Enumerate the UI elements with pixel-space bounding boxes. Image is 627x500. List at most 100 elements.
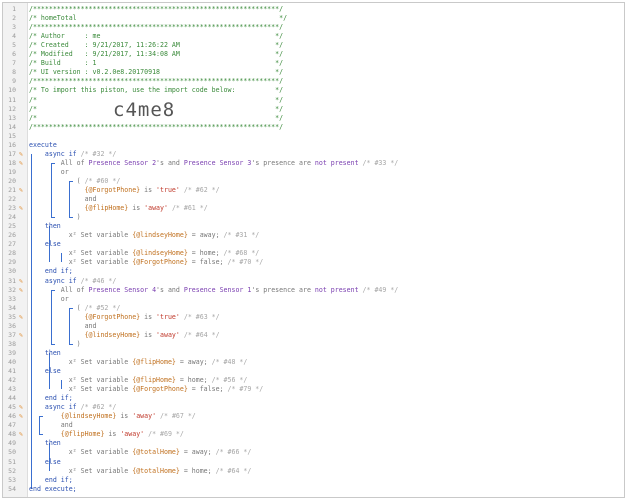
code-token: /* #69 */ — [144, 430, 184, 439]
code-token: 'true' — [156, 312, 180, 321]
code-line[interactable]: ) — [29, 340, 81, 349]
code-line[interactable]: ( /* #60 */ — [29, 177, 121, 186]
code-line[interactable]: then — [29, 222, 61, 231]
code-token: /* #32 */ — [80, 149, 117, 158]
line-number: 38 — [8, 339, 16, 348]
code-token: /* #64 */ — [179, 330, 220, 339]
code-line[interactable]: {@lindseyHome} is 'away' /* #67 */ — [29, 412, 196, 421]
code-line[interactable]: async if /* #46 */ — [29, 277, 116, 286]
code-line[interactable]: /***************************************… — [29, 5, 283, 14]
code-line[interactable]: {@ForgotPhone} is 'true' /* #62 */ — [29, 186, 220, 195]
code-line[interactable]: ( /* #52 */ — [29, 304, 121, 313]
code-token: then — [29, 439, 61, 448]
code-line[interactable]: /* Created : 9/21/2017, 11:26:22 AM */ — [29, 41, 283, 50]
code-token: are — [295, 285, 315, 294]
code-line[interactable]: /* */ — [29, 114, 283, 123]
line-number: 42 — [8, 376, 16, 385]
code-line[interactable]: end execute; — [29, 485, 77, 494]
code-line[interactable]: {@ForgotPhone} is 'true' /* #63 */ — [29, 313, 220, 322]
code-line[interactable]: /* To import this piston, use the import… — [29, 86, 283, 95]
line-number: 14 — [8, 122, 16, 131]
line-number: 39 — [8, 348, 16, 357]
code-line[interactable]: x² Set variable {@totalHome} = home; /* … — [29, 466, 252, 476]
pencil-icon[interactable]: ✎ — [19, 430, 23, 439]
code-line[interactable]: then — [29, 439, 61, 448]
line-number: 28 — [8, 249, 16, 258]
code-line[interactable]: ) — [29, 213, 81, 222]
pencil-icon[interactable]: ✎ — [19, 186, 23, 195]
line-number: 5 — [12, 41, 16, 50]
code-line[interactable]: x² Set variable {@ForgotPhone} = false; … — [29, 385, 264, 394]
code-line[interactable]: x² Set variable {@ForgotPhone} = false; … — [29, 258, 264, 267]
code-token: presence — [263, 285, 296, 294]
code-line[interactable]: end if; — [29, 394, 73, 403]
code-line[interactable]: /* */ — [29, 105, 283, 114]
code-line[interactable]: /***************************************… — [29, 77, 283, 86]
code-token: 'away' — [144, 204, 168, 213]
code-line[interactable]: /***************************************… — [29, 123, 283, 132]
pencil-icon[interactable]: ✎ — [19, 159, 23, 168]
line-number: 35 — [8, 312, 16, 321]
code-line[interactable]: else — [29, 458, 61, 467]
code-line[interactable]: x² Set variable {@flipHome} = home; /* #… — [29, 376, 248, 385]
code-token: is — [140, 186, 157, 194]
code-line[interactable]: and — [29, 421, 73, 430]
code-line[interactable]: end if; — [29, 476, 73, 485]
code-token: /* #70 */ — [227, 258, 264, 267]
code-line[interactable]: x² Set variable {@lindseyHome} = away; /… — [29, 231, 260, 240]
code-token: /* #33 */ — [358, 158, 399, 167]
line-number: 9 — [12, 77, 16, 86]
code-line[interactable]: x² Set variable {@lindseyHome} = home; /… — [29, 249, 260, 258]
code-line[interactable]: {@flipHome} is 'away' /* #69 */ — [29, 430, 184, 439]
code-token: /* #56 */ — [211, 376, 248, 385]
pencil-icon[interactable]: ✎ — [19, 286, 23, 295]
code-line[interactable]: {@flipHome} is 'away' /* #61 */ — [29, 204, 208, 213]
code-line[interactable]: and — [29, 322, 97, 331]
code-line[interactable]: else — [29, 240, 61, 249]
pencil-icon[interactable]: ✎ — [19, 313, 23, 322]
code-line[interactable]: async if /* #62 */ — [29, 403, 116, 412]
pencil-icon[interactable]: ✎ — [19, 331, 23, 340]
code-token: not present — [314, 285, 359, 294]
code-line[interactable]: end if; — [29, 267, 73, 276]
code-line[interactable]: /* */ — [29, 96, 283, 105]
code-token: {@totalHome} — [132, 466, 180, 475]
code-line[interactable]: or — [29, 295, 69, 304]
code-line[interactable]: /***************************************… — [29, 23, 283, 32]
pencil-icon[interactable]: ✎ — [19, 277, 23, 286]
line-number: 43 — [8, 385, 16, 394]
code-token: /* Created : 9/21/2017, 11:26:22 AM */ — [29, 41, 284, 50]
code-token: /* #62 */ — [80, 403, 117, 412]
code-line[interactable]: then — [29, 349, 61, 358]
code-token: 's — [251, 158, 264, 167]
code-line[interactable]: /* Author : me */ — [29, 32, 283, 41]
code-line[interactable]: or — [29, 168, 69, 177]
code-line[interactable]: and — [29, 195, 97, 204]
code-line[interactable]: /* Build : 1 */ — [29, 59, 283, 68]
code-line[interactable]: x² Set variable {@totalHome} = away; /* … — [29, 448, 252, 457]
line-number: 26 — [8, 231, 16, 240]
code-token: 's and — [156, 285, 184, 294]
code-line[interactable]: /* UI version : v0.2.0e8.20170918 */ — [29, 68, 283, 77]
code-token: 'away' — [132, 412, 157, 421]
line-number: 16 — [8, 140, 16, 149]
code-line[interactable]: else — [29, 367, 61, 376]
code-line[interactable]: execute — [29, 141, 57, 150]
code-token: /* #48 */ — [211, 357, 248, 366]
pencil-icon[interactable]: ✎ — [19, 412, 23, 421]
code-token: {@flipHome} — [29, 430, 105, 439]
code-line[interactable]: All of Presence Sensor 2's and Presence … — [29, 158, 399, 168]
code-line[interactable]: All of Presence Sensor 4's and Presence … — [29, 285, 399, 295]
code-token: = home; — [187, 249, 224, 258]
code-line[interactable]: /* homeTotal */ — [29, 14, 287, 23]
code-token: 's — [251, 285, 264, 294]
pencil-icon[interactable]: ✎ — [19, 204, 23, 213]
pencil-icon[interactable]: ✎ — [19, 403, 23, 412]
code-line[interactable]: async if /* #32 */ — [29, 150, 116, 159]
code-line[interactable]: {@lindseyHome} is 'away' /* #64 */ — [29, 331, 220, 340]
code-line[interactable]: /* Modified : 9/21/2017, 11:34:08 AM */ — [29, 50, 283, 59]
pencil-icon[interactable]: ✎ — [19, 150, 23, 159]
line-number: 8 — [12, 68, 16, 77]
line-number: 54 — [8, 484, 16, 493]
code-line[interactable]: x² Set variable {@flipHome} = away; /* #… — [29, 357, 248, 367]
